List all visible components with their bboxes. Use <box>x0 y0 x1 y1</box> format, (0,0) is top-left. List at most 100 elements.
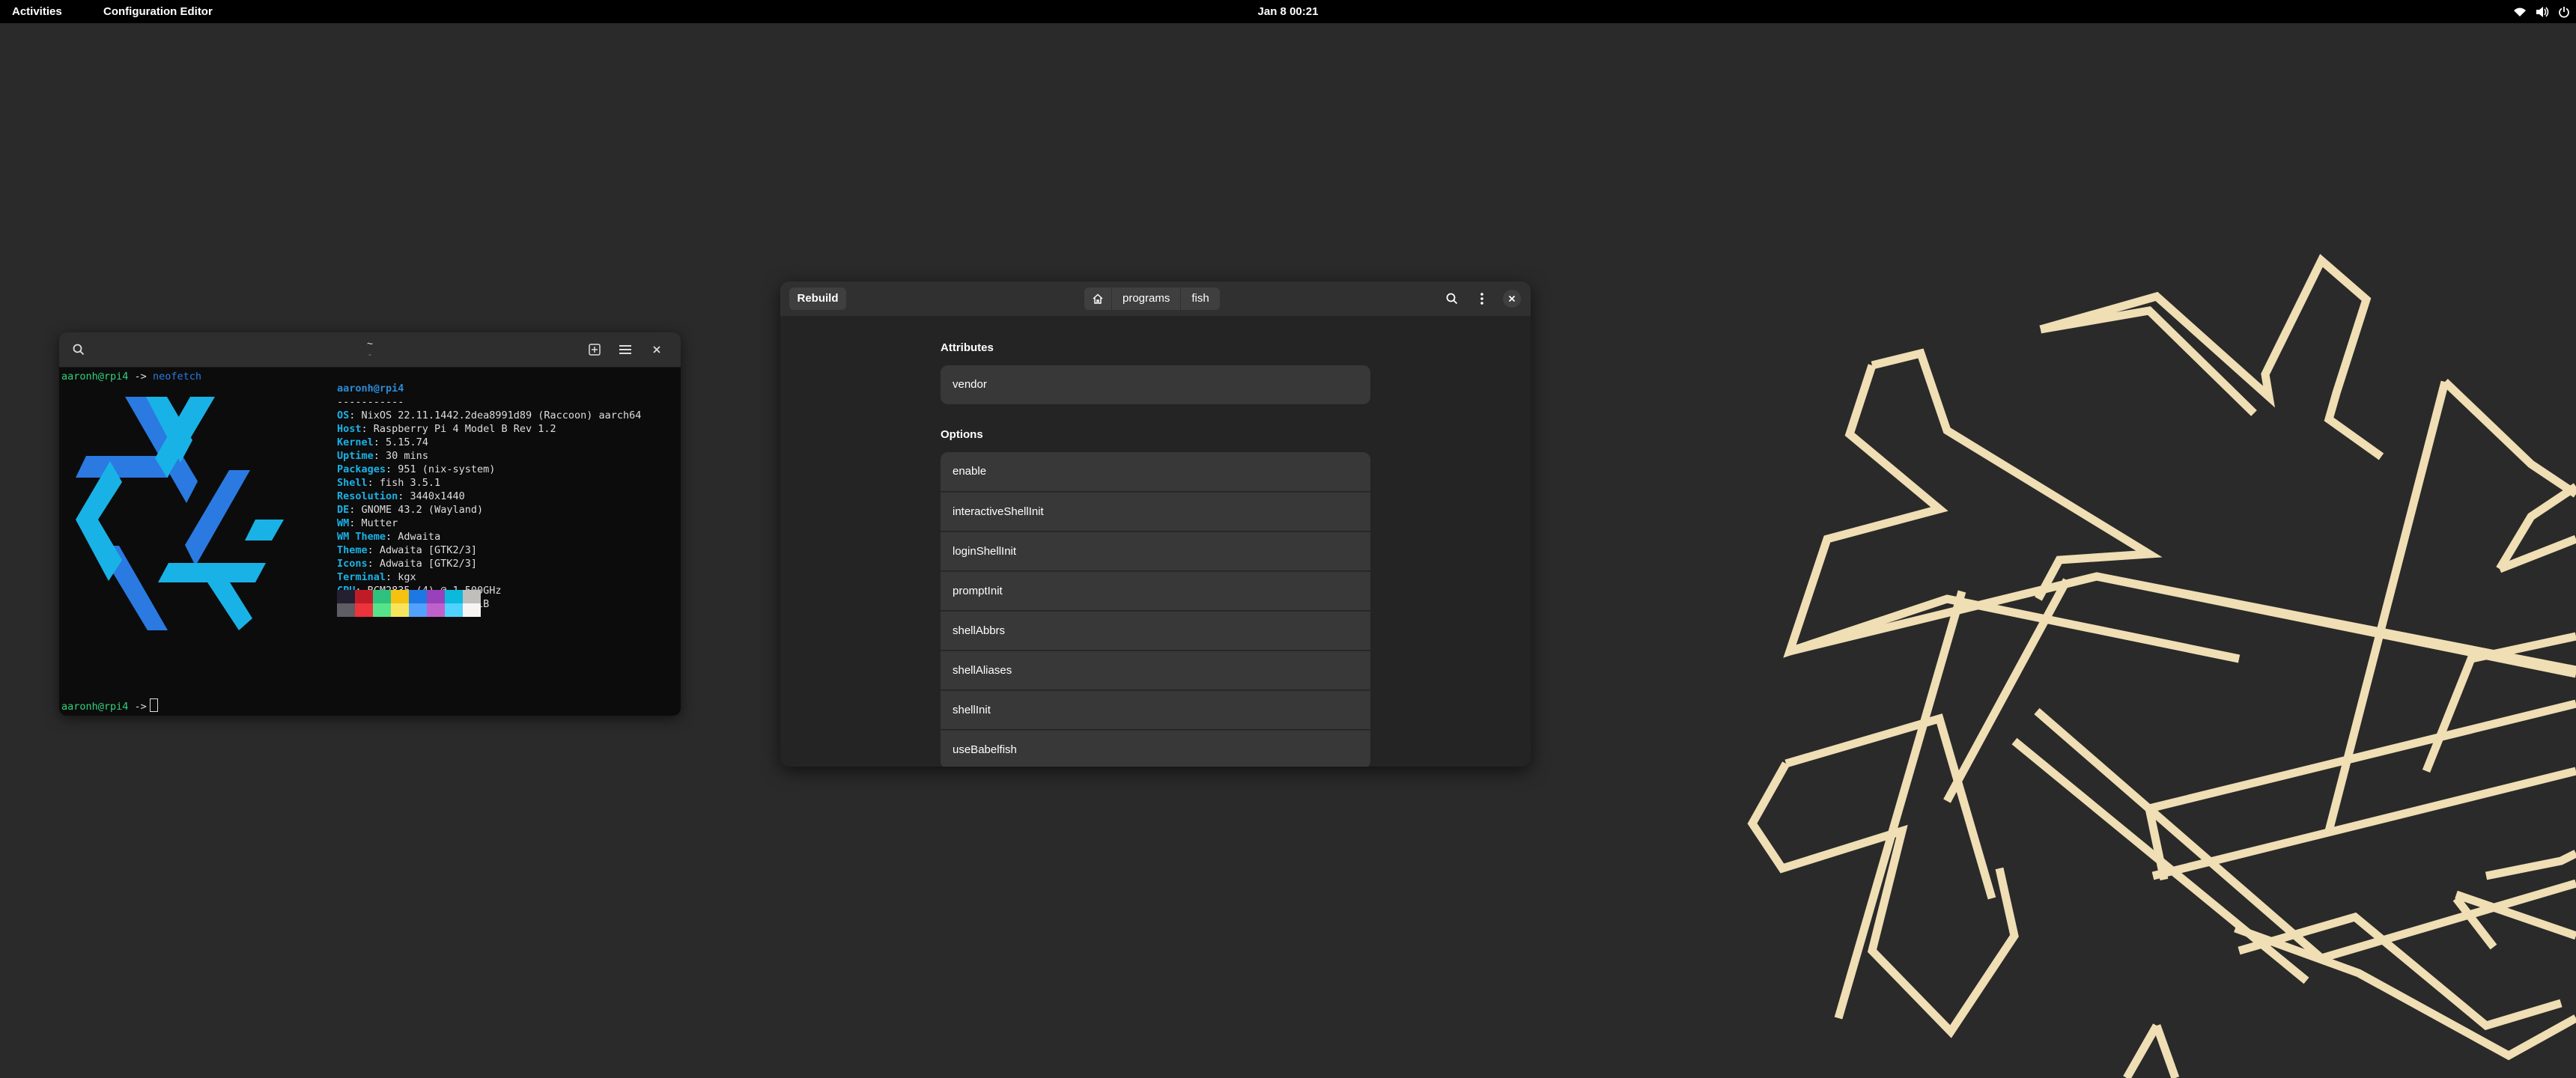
info-value: GNOME 43.2 (Wayland) <box>361 504 484 516</box>
terminal-title: ~ <box>366 338 374 350</box>
prompt-line: aaronh@rpi4 -> neofetch <box>61 370 201 383</box>
info-separator: ----------- <box>337 396 404 408</box>
info-label: Uptime <box>337 450 374 462</box>
palette-swatch <box>391 590 409 603</box>
nixos-logo <box>76 397 284 630</box>
search-icon[interactable] <box>68 339 89 360</box>
kebab-menu-icon <box>1480 293 1483 305</box>
palette-swatch <box>445 590 463 603</box>
palette-swatch <box>373 590 391 603</box>
option-row-loginshellinit[interactable]: loginShellInit <box>941 532 1370 570</box>
info-value: fish 3.5.1 <box>379 477 441 489</box>
breadcrumb-programs[interactable]: programs <box>1112 287 1182 310</box>
info-label: OS <box>337 409 350 421</box>
close-button[interactable] <box>1501 287 1523 310</box>
volume-icon <box>2536 6 2549 17</box>
palette-swatch <box>373 603 391 617</box>
new-tab-icon[interactable] <box>584 339 605 360</box>
info-value: 951 (nix-system) <box>398 463 496 475</box>
app-menu[interactable]: Configuration Editor <box>103 0 213 23</box>
terminal-content[interactable]: aaronh@rpi4 -> neofetch aaronh@rpi4 ----… <box>59 367 681 716</box>
system-tray[interactable] <box>2513 0 2570 23</box>
info-line: DE: GNOME 43.2 (Wayland) <box>337 504 484 516</box>
info-label: Resolution <box>337 490 398 502</box>
terminal-headerbar: ~ - <box>59 332 681 368</box>
breadcrumb-home[interactable] <box>1084 287 1112 310</box>
palette-swatch <box>427 603 445 617</box>
activities-button[interactable]: Activities <box>12 0 62 23</box>
close-icon[interactable] <box>646 339 667 360</box>
terminal-window[interactable]: ~ - aaronh@rpi4 -> neofetch aaronh@rpi4 … <box>59 332 681 716</box>
info-label: Host <box>337 423 362 435</box>
info-line: WM Theme: Adwaita <box>337 531 441 543</box>
info-value: NixOS 22.11.1442.2dea8991d89 (Raccoon) a… <box>361 409 642 421</box>
info-line: Theme: Adwaita [GTK2/3] <box>337 544 477 556</box>
info-value: Mutter <box>361 517 398 529</box>
option-row-shellaliases[interactable]: shellAliases <box>941 651 1370 689</box>
breadcrumb: programs fish <box>1084 287 1220 310</box>
rebuild-button[interactable]: Rebuild <box>789 287 846 310</box>
info-label: Terminal <box>337 571 386 583</box>
prompt-user: aaronh@rpi4 <box>61 371 129 383</box>
info-label: Icons <box>337 558 368 570</box>
info-line: WM: Mutter <box>337 517 398 529</box>
more-options-button[interactable] <box>1471 287 1493 310</box>
breadcrumb-fish[interactable]: fish <box>1181 287 1219 310</box>
search-button[interactable] <box>1441 287 1463 310</box>
top-bar: Activities Configuration Editor Jan 8 00… <box>0 0 2576 23</box>
option-row-promptinit[interactable]: promptInit <box>941 571 1370 610</box>
text-cursor <box>149 698 158 712</box>
option-row-interactiveshellinit[interactable]: interactiveShellInit <box>941 492 1370 531</box>
config-editor-window[interactable]: Rebuild programs fish Attributes vendor … <box>780 281 1531 767</box>
info-line: Uptime: 30 mins <box>337 450 428 462</box>
info-line: Packages: 951 (nix-system) <box>337 463 496 475</box>
info-value: Adwaita <box>398 531 441 543</box>
info-label: WM <box>337 517 350 529</box>
info-label: Packages <box>337 463 386 475</box>
palette-swatch <box>355 590 373 603</box>
clock[interactable]: Jan 8 00:21 <box>1213 0 1363 23</box>
palette-swatch <box>409 603 427 617</box>
info-line: Icons: Adwaita [GTK2/3] <box>337 558 477 570</box>
wifi-icon <box>2514 7 2526 16</box>
info-value: Adwaita [GTK2/3] <box>379 558 477 570</box>
info-line: Terminal: kgx <box>337 571 416 583</box>
palette-swatch <box>427 590 445 603</box>
info-value: Raspberry Pi 4 Model B Rev 1.2 <box>373 423 556 435</box>
option-row-enable[interactable]: enable <box>941 452 1370 491</box>
info-value: 5.15.74 <box>386 436 428 448</box>
nix-snowflake-outline <box>1747 254 2576 1078</box>
info-label: DE <box>337 504 350 516</box>
prompt-line-current: aaronh@rpi4 -> <box>61 698 158 713</box>
option-row-shellinit[interactable]: shellInit <box>941 690 1370 729</box>
prompt-command: neofetch <box>152 371 201 383</box>
info-line: Resolution: 3440x1440 <box>337 490 465 502</box>
palette-swatch <box>391 603 409 617</box>
config-headerbar: Rebuild programs fish <box>780 281 1531 316</box>
info-label: Theme <box>337 544 368 556</box>
palette-swatch <box>409 590 427 603</box>
palette-swatch <box>355 603 373 617</box>
option-row-shellabbrs[interactable]: shellAbbrs <box>941 611 1370 650</box>
menu-icon[interactable] <box>615 339 636 360</box>
palette-swatch <box>337 603 355 617</box>
info-label: Shell <box>337 477 368 489</box>
close-icon <box>1508 295 1516 302</box>
terminal-subtitle: - <box>368 350 371 359</box>
attribute-row-vendor[interactable]: vendor <box>941 365 1370 404</box>
palette-swatch <box>445 603 463 617</box>
options-heading: Options <box>941 428 983 441</box>
info-label: WM Theme <box>337 531 386 543</box>
palette-swatch <box>463 590 481 603</box>
search-icon <box>1446 293 1458 305</box>
info-line: Kernel: 5.15.74 <box>337 436 428 448</box>
info-line: OS: NixOS 22.11.1442.2dea8991d89 (Raccoo… <box>337 409 642 421</box>
palette-swatch <box>337 590 355 603</box>
home-icon <box>1093 293 1103 304</box>
attributes-heading: Attributes <box>941 341 994 354</box>
info-value: kgx <box>398 571 416 583</box>
option-row-usebabelfish[interactable]: useBabelfish <box>941 730 1370 767</box>
info-value: 3440x1440 <box>410 490 465 502</box>
info-value: Adwaita [GTK2/3] <box>379 544 477 556</box>
info-userhost: aaronh@rpi4 <box>337 383 404 395</box>
